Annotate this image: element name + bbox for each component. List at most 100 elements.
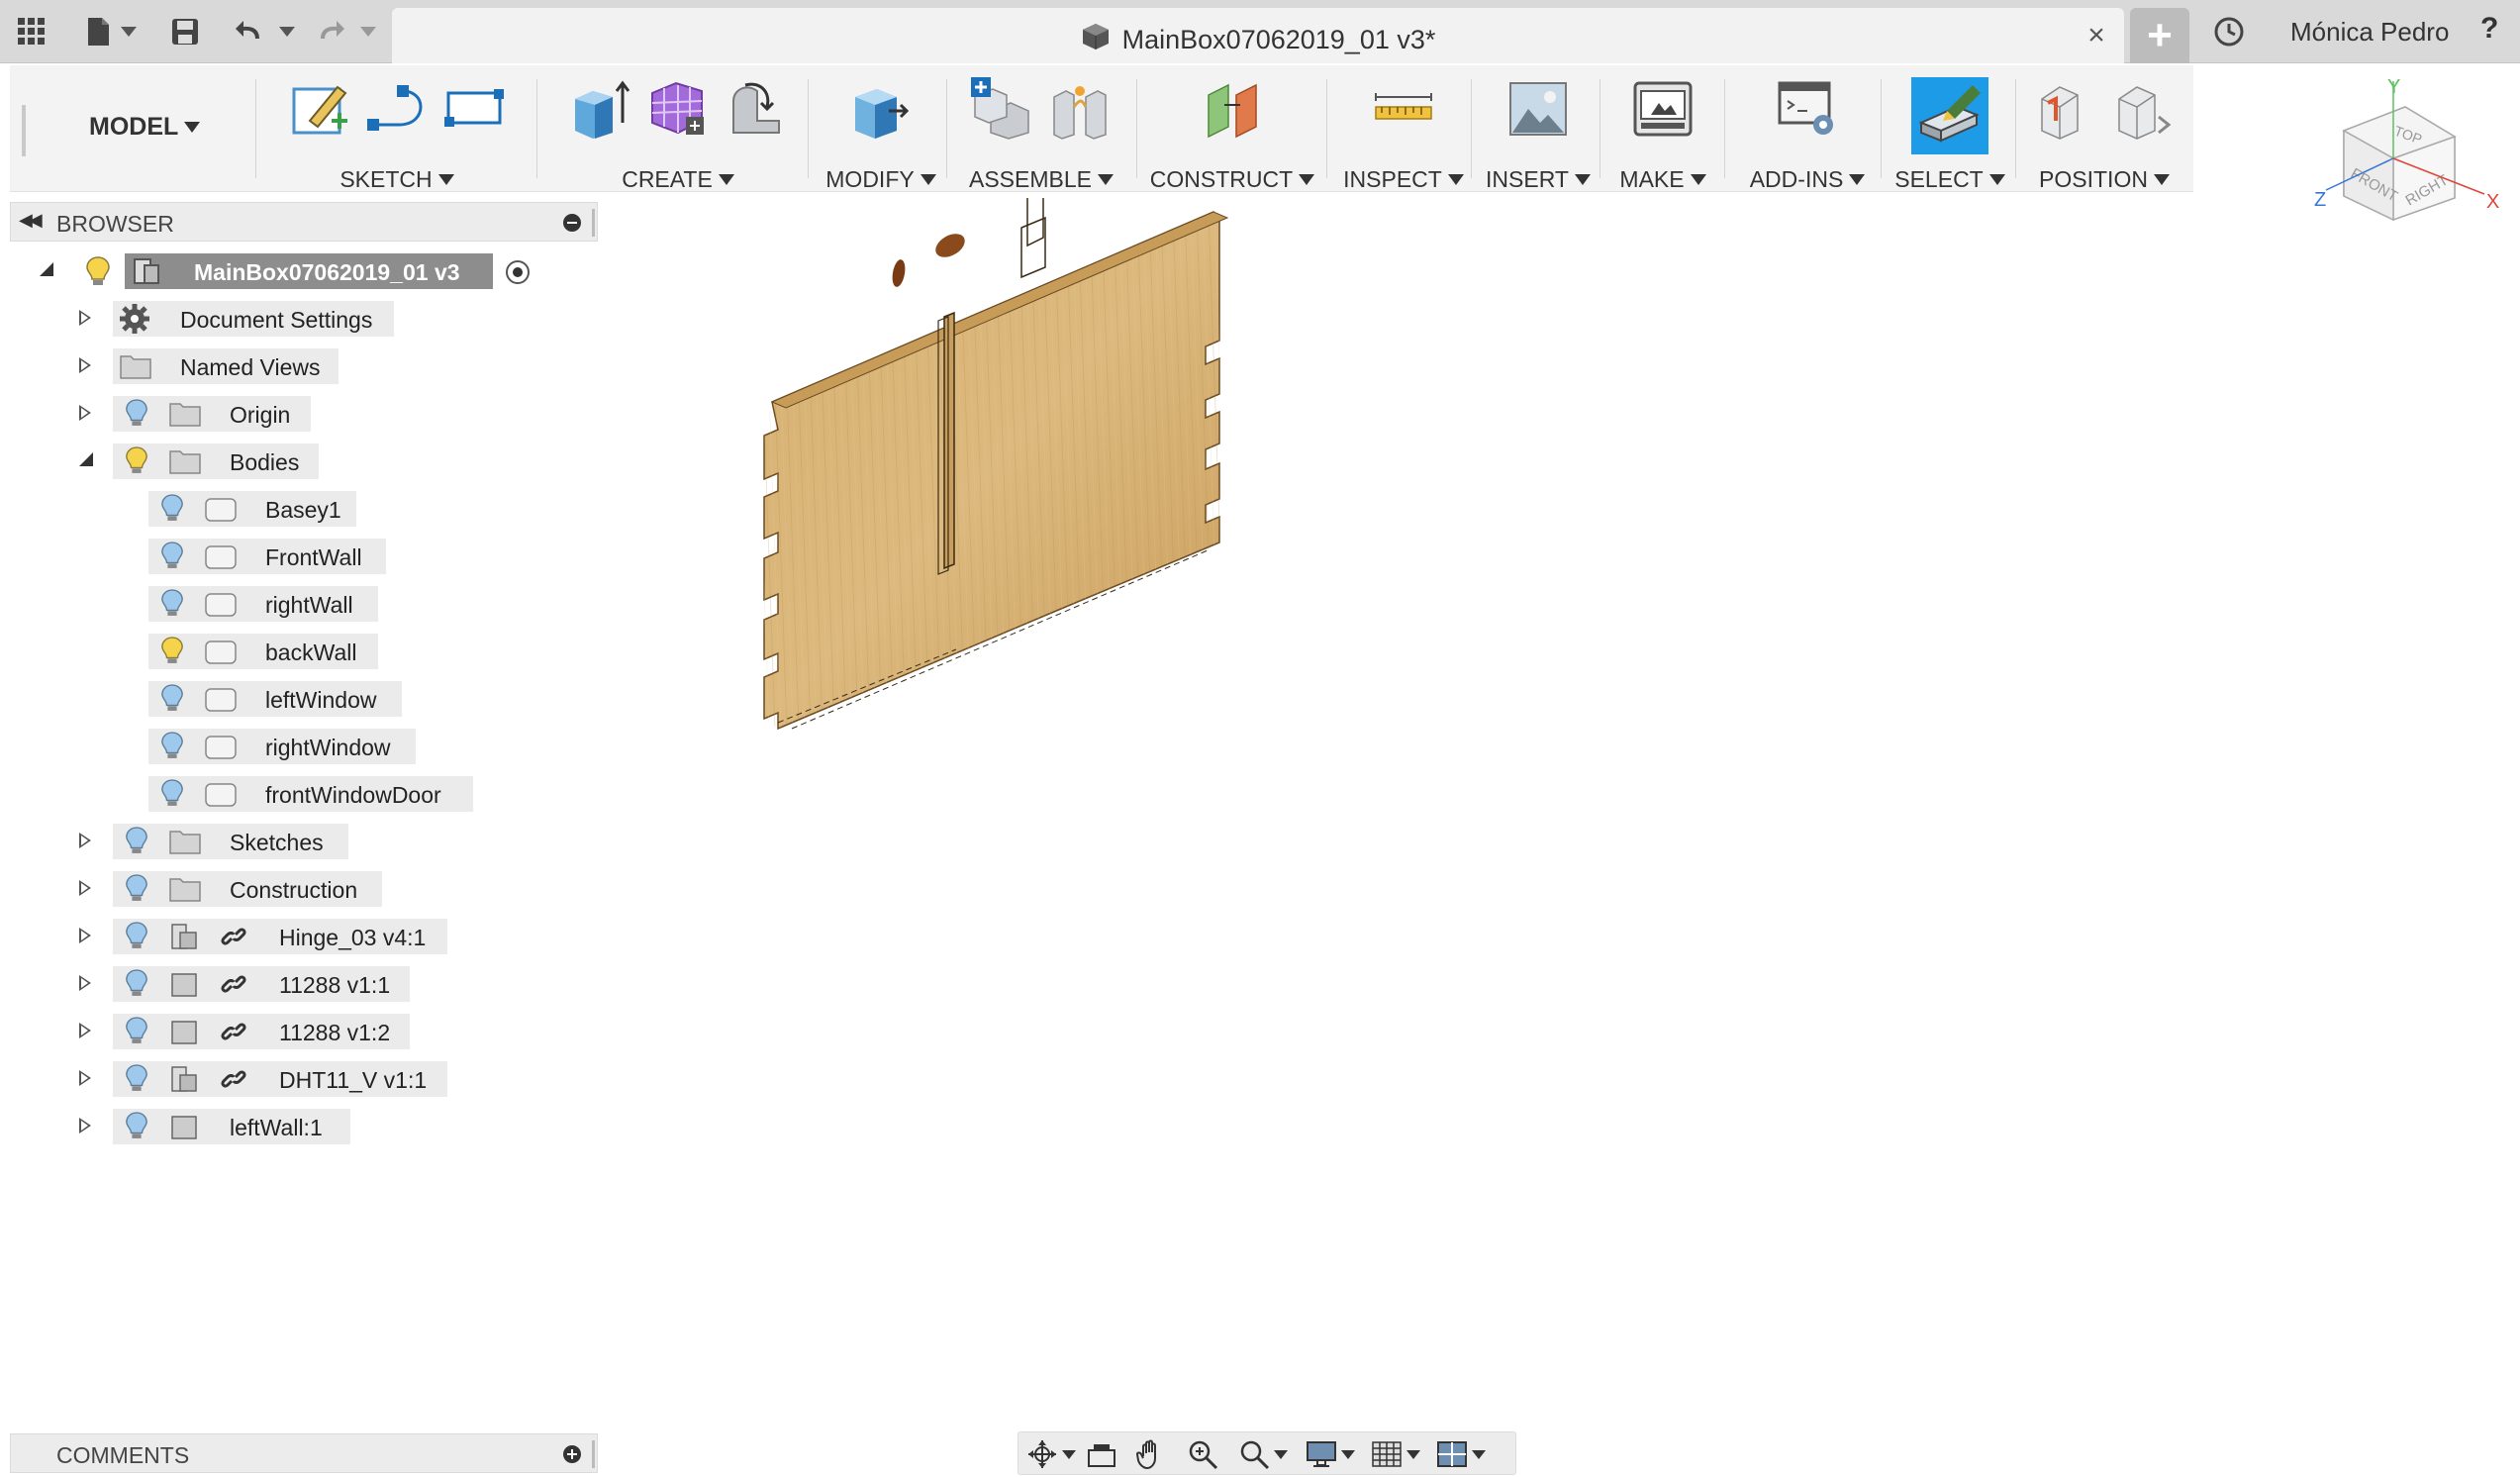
lightbulb-on-icon[interactable] — [125, 398, 148, 433]
collapse-arrow-icon[interactable] — [79, 452, 93, 466]
lightbulb-on-icon[interactable] — [160, 683, 184, 718]
toolbar-group-insert[interactable]: INSERT — [1475, 71, 1601, 192]
toolbar-grip[interactable] — [22, 105, 26, 156]
browser-body-basey1[interactable]: Basey1 — [0, 487, 594, 531]
browser-body-frontwindowdoor[interactable]: frontWindowDoor — [0, 772, 594, 816]
new-component-icon[interactable] — [971, 77, 1034, 141]
expand-arrow-icon[interactable] — [79, 310, 91, 326]
revolve-icon[interactable] — [724, 77, 787, 141]
revert-position-icon[interactable] — [2111, 77, 2175, 141]
toolbar-group-create[interactable]: CREATE — [544, 71, 812, 192]
expand-arrow-icon[interactable] — [79, 1118, 91, 1133]
browser-item-document-settings[interactable]: Document Settings — [0, 297, 594, 341]
workspace-switcher[interactable]: MODEL — [89, 113, 201, 142]
app-grid-icon[interactable] — [14, 0, 49, 63]
lightbulb-on-icon[interactable] — [125, 1063, 148, 1098]
browser-body-backwall[interactable]: backWall — [0, 630, 594, 673]
lightbulb-on-icon[interactable] — [125, 1016, 148, 1050]
browser-component-11288-1[interactable]: 11288 v1:1 — [0, 962, 594, 1006]
lightbulb-on-icon[interactable] — [160, 731, 184, 765]
comments-grip[interactable] — [592, 1440, 595, 1468]
toolbar-group-position[interactable]: POSITION — [2019, 71, 2189, 192]
insert-image-icon[interactable] — [1506, 77, 1570, 141]
pan-button[interactable] — [1135, 1438, 1167, 1470]
scripts-addins-icon[interactable] — [1776, 77, 1839, 141]
browser-component-hinge[interactable]: Hinge_03 v4:1 — [0, 915, 594, 958]
browser-component-11288-2[interactable]: 11288 v1:2 — [0, 1010, 594, 1053]
lightbulb-on-icon[interactable] — [160, 541, 184, 575]
lightbulb-on-icon[interactable] — [125, 445, 148, 480]
extrude-icon[interactable] — [569, 77, 632, 141]
lightbulb-on-icon[interactable] — [160, 493, 184, 528]
lightbulb-on-icon[interactable] — [160, 636, 184, 670]
create-sketch-icon[interactable] — [288, 77, 351, 141]
browser-item-origin[interactable]: Origin — [0, 392, 594, 436]
browser-grip[interactable] — [592, 209, 595, 237]
expand-arrow-icon[interactable] — [79, 1023, 91, 1038]
browser-component-dht11[interactable]: DHT11_V v1:1 — [0, 1057, 594, 1101]
close-tab-button[interactable]: × — [2081, 20, 2112, 51]
expand-arrow-icon[interactable] — [79, 975, 91, 991]
capture-position-icon[interactable] — [2034, 77, 2097, 141]
toolbar-group-inspect[interactable]: INSPECT — [1330, 71, 1477, 192]
file-menu-icon[interactable] — [83, 0, 143, 63]
rectangle-icon[interactable] — [442, 77, 506, 141]
collapse-arrow-icon[interactable] — [40, 262, 53, 276]
orbit-button[interactable] — [1026, 1438, 1076, 1470]
browser-header[interactable]: ◀◀ BROWSER — [10, 202, 598, 242]
expand-arrow-icon[interactable] — [79, 1070, 91, 1086]
lightbulb-on-icon[interactable] — [125, 1111, 148, 1145]
browser-item-sketches[interactable]: Sketches — [0, 820, 594, 863]
3d-print-icon[interactable] — [1631, 77, 1695, 141]
browser-item-bodies[interactable]: Bodies — [0, 440, 594, 483]
user-name[interactable]: Mónica Pedro — [2290, 17, 2449, 48]
zoom-window-button[interactable] — [1187, 1438, 1218, 1470]
lightbulb-on-icon[interactable] — [160, 778, 184, 813]
toolbar-group-select[interactable]: SELECT — [1885, 71, 2015, 192]
expand-arrow-icon[interactable] — [79, 880, 91, 896]
browser-component-leftwall[interactable]: leftWall:1 — [0, 1105, 594, 1148]
browser-body-rightwall[interactable]: rightWall — [0, 582, 594, 626]
look-at-button[interactable] — [1086, 1438, 1117, 1470]
model-viewport[interactable] — [633, 198, 1326, 1109]
form-icon[interactable] — [646, 77, 710, 141]
browser-item-construction[interactable]: Construction — [0, 867, 594, 911]
toolbar-group-sketch[interactable]: SKETCH — [263, 71, 531, 192]
view-cube[interactable]: TOP FRONT RIGHT Y Z X — [2306, 79, 2504, 277]
browser-body-rightwindow[interactable]: rightWindow — [0, 725, 594, 768]
browser-body-frontwall[interactable]: FrontWall — [0, 535, 594, 578]
browser-root-row[interactable]: MainBox07062019_01 v3 — [0, 249, 594, 293]
expand-arrow-icon[interactable] — [79, 833, 91, 848]
document-tab[interactable]: MainBox07062019_01 v3* × — [392, 8, 2124, 63]
expand-arrow-icon[interactable] — [79, 928, 91, 943]
add-comment-icon[interactable] — [563, 1445, 581, 1463]
undo-icon[interactable] — [236, 0, 297, 63]
job-status-icon[interactable] — [2211, 0, 2247, 63]
display-settings-button[interactable] — [1306, 1438, 1355, 1470]
press-pull-icon[interactable] — [849, 77, 913, 141]
help-button[interactable]: ? — [2480, 12, 2498, 46]
toolbar-group-construct[interactable]: CONSTRUCT — [1140, 71, 1324, 192]
collapse-panel-icon[interactable]: ◀◀ — [19, 210, 43, 231]
lightbulb-on-icon[interactable] — [160, 588, 184, 623]
measure-icon[interactable] — [1372, 77, 1435, 141]
browser-minimize-icon[interactable] — [563, 214, 581, 232]
toolbar-group-modify[interactable]: MODIFY — [814, 71, 948, 192]
lightbulb-on-icon[interactable] — [85, 255, 111, 292]
expand-arrow-icon[interactable] — [79, 405, 91, 421]
browser-body-leftwindow[interactable]: leftWindow — [0, 677, 594, 721]
select-icon[interactable] — [1911, 77, 1988, 154]
line-icon[interactable] — [365, 77, 429, 141]
toolbar-group-make[interactable]: MAKE — [1603, 71, 1722, 192]
comments-panel[interactable]: COMMENTS — [10, 1433, 598, 1473]
lightbulb-on-icon[interactable] — [125, 968, 148, 1003]
zoom-button[interactable] — [1238, 1438, 1288, 1470]
new-tab-button[interactable]: + — [2130, 8, 2189, 63]
lightbulb-on-icon[interactable] — [125, 826, 148, 860]
redo-icon[interactable] — [317, 0, 378, 63]
viewports-button[interactable] — [1436, 1438, 1486, 1470]
offset-plane-icon[interactable] — [1201, 77, 1264, 141]
toolbar-group-add-ins[interactable]: ADD-INS — [1728, 71, 1887, 192]
activate-radio-icon[interactable] — [505, 259, 531, 290]
expand-arrow-icon[interactable] — [79, 357, 91, 373]
